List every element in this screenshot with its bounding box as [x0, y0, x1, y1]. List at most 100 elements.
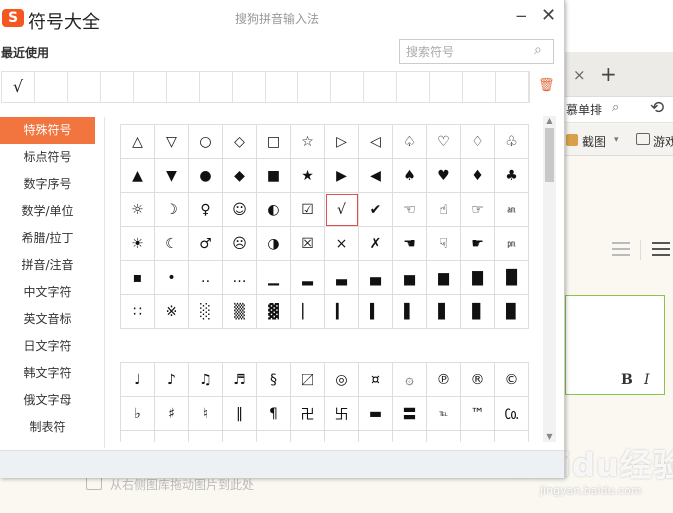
sidebar-item-category[interactable]: 拼音/注音	[0, 252, 95, 279]
sidebar-item-category[interactable]: 数字序号	[0, 171, 95, 198]
symbol-cell[interactable]: ¶	[256, 396, 291, 431]
close-button[interactable]: ✕	[541, 5, 556, 26]
minimize-button[interactable]: −	[515, 7, 528, 25]
symbol-cell[interactable]: ●	[188, 158, 223, 193]
symbol-cell[interactable]: 〓	[392, 396, 427, 431]
symbol-cell[interactable]: ◆	[222, 158, 257, 193]
scroll-down-icon[interactable]: ▼	[543, 432, 556, 441]
sidebar-item-category[interactable]: 俄文字母	[0, 387, 95, 414]
symbol-cell[interactable]: ☼	[120, 192, 155, 227]
symbol-cell[interactable]: ▲	[120, 158, 155, 193]
recent-symbol-cell[interactable]	[397, 72, 431, 102]
chevron-down-icon[interactable]: ▾	[614, 135, 619, 145]
symbol-cell[interactable]: ▂	[290, 260, 325, 295]
address-search-icon[interactable]: ⌕	[612, 100, 619, 115]
symbol-cell[interactable]: ♡	[426, 124, 461, 159]
symbol-cell[interactable]: √	[324, 192, 359, 227]
symbol-cell[interactable]: ♪	[154, 362, 189, 397]
symbol-cell[interactable]: 卍	[290, 396, 325, 431]
symbol-cell[interactable]: ¤	[358, 362, 393, 397]
symbol-cell[interactable]: ▁	[256, 260, 291, 295]
symbol-cell[interactable]: ☺	[222, 192, 257, 227]
symbol-cell[interactable]: ▆	[426, 260, 461, 295]
symbol-cell[interactable]: ♫	[188, 362, 223, 397]
symbol-cell[interactable]: ♭	[120, 396, 155, 431]
symbol-cell[interactable]: ◀	[358, 158, 393, 193]
symbol-cell[interactable]	[290, 430, 325, 442]
symbol-cell[interactable]: ™	[460, 396, 495, 431]
symbol-cell[interactable]: ☟	[426, 226, 461, 261]
symbol-cell[interactable]	[222, 430, 257, 442]
numbered-list-icon[interactable]	[612, 242, 630, 258]
symbol-cell[interactable]	[358, 430, 393, 442]
symbol-cell[interactable]: ▽	[154, 124, 189, 159]
symbol-cell[interactable]: ◑	[256, 226, 291, 261]
symbol-cell[interactable]: …	[222, 260, 257, 295]
symbol-cell[interactable]: ▉	[494, 294, 529, 329]
symbol-cell[interactable]: ☞	[460, 192, 495, 227]
symbol-cell[interactable]	[256, 430, 291, 442]
symbol-cell[interactable]: ■	[256, 158, 291, 193]
recent-symbol-cell[interactable]	[298, 72, 332, 102]
recent-symbol-cell[interactable]	[167, 72, 200, 102]
back-icon[interactable]: ⟲	[650, 98, 664, 118]
symbol-cell[interactable]: ㏘	[494, 226, 529, 261]
symbol-cell[interactable]	[392, 430, 427, 442]
symbol-cell[interactable]: ☜	[392, 192, 427, 227]
symbol-cell[interactable]: ◇	[222, 124, 257, 159]
italic-button[interactable]: I	[644, 372, 650, 388]
symbol-cell[interactable]: ♢	[460, 124, 495, 159]
symbol-cell[interactable]	[460, 430, 495, 442]
symbol-cell[interactable]: ☹	[222, 226, 257, 261]
symbol-cell[interactable]: ‥	[188, 260, 223, 295]
symbol-cell[interactable]: ◐	[256, 192, 291, 227]
symbol-cell[interactable]: ▍	[358, 294, 393, 329]
recent-symbol-cell[interactable]	[430, 72, 464, 102]
symbol-cell[interactable]: ✔	[358, 192, 393, 227]
sidebar-item-category[interactable]: 韩文字符	[0, 360, 95, 387]
search-icon[interactable]: ⌕	[534, 42, 542, 58]
screenshot-icon[interactable]	[566, 134, 578, 146]
symbol-cell[interactable]: ▊	[460, 294, 495, 329]
symbol-cell[interactable]: ▬	[358, 396, 393, 431]
scrollbar[interactable]: ▲ ▼	[543, 116, 556, 442]
symbol-cell[interactable]: ♥	[426, 158, 461, 193]
symbol-cell[interactable]: 〼	[290, 362, 325, 397]
recent-symbol-cell[interactable]: √	[2, 72, 35, 102]
recent-symbol-cell[interactable]	[200, 72, 233, 102]
new-tab-button[interactable]: +	[600, 62, 617, 86]
symbol-cell[interactable]: ©	[494, 362, 529, 397]
symbol-cell[interactable]: █	[494, 260, 529, 295]
bullet-list-icon[interactable]	[652, 242, 670, 258]
symbol-cell[interactable]: ☀	[120, 226, 155, 261]
symbol-cell[interactable]: ▄	[358, 260, 393, 295]
recent-symbol-cell[interactable]	[35, 72, 68, 102]
symbol-cell[interactable]: ☽	[154, 192, 189, 227]
recent-symbol-cell[interactable]	[331, 72, 365, 102]
recent-symbol-cell[interactable]	[134, 72, 167, 102]
symbol-cell[interactable]: ♮	[188, 396, 223, 431]
symbol-cell[interactable]: ♠	[392, 158, 427, 193]
symbol-cell[interactable]: ♤	[392, 124, 427, 159]
symbol-cell[interactable]: ▇	[460, 260, 495, 295]
bold-button[interactable]: B	[621, 372, 633, 388]
sidebar-item-category[interactable]: 希腊/拉丁	[0, 225, 95, 252]
symbol-cell[interactable]: □	[256, 124, 291, 159]
recent-symbol-cell[interactable]	[68, 72, 101, 102]
symbol-cell[interactable]: ▅	[392, 260, 427, 295]
sidebar-item-category[interactable]: 制表符	[0, 414, 95, 441]
symbol-cell[interactable]: ▼	[154, 158, 189, 193]
symbol-cell[interactable]: ♣	[494, 158, 529, 193]
symbol-cell[interactable]: ☛	[460, 226, 495, 261]
symbol-cell[interactable]: ∷	[120, 294, 155, 329]
tab-close-button[interactable]: ×	[573, 66, 586, 84]
symbol-cell[interactable]	[494, 430, 529, 442]
symbol-cell[interactable]: ▏	[290, 294, 325, 329]
symbol-cell[interactable]: ۞	[392, 362, 427, 397]
symbol-cell[interactable]: ▪	[120, 260, 155, 295]
symbol-cell[interactable]	[120, 430, 155, 442]
recent-symbol-cell[interactable]	[364, 72, 398, 102]
trash-icon[interactable]: 🗑	[538, 78, 555, 93]
sidebar-item-category[interactable]: 英文音标	[0, 306, 95, 333]
recent-symbol-cell[interactable]	[463, 72, 497, 102]
